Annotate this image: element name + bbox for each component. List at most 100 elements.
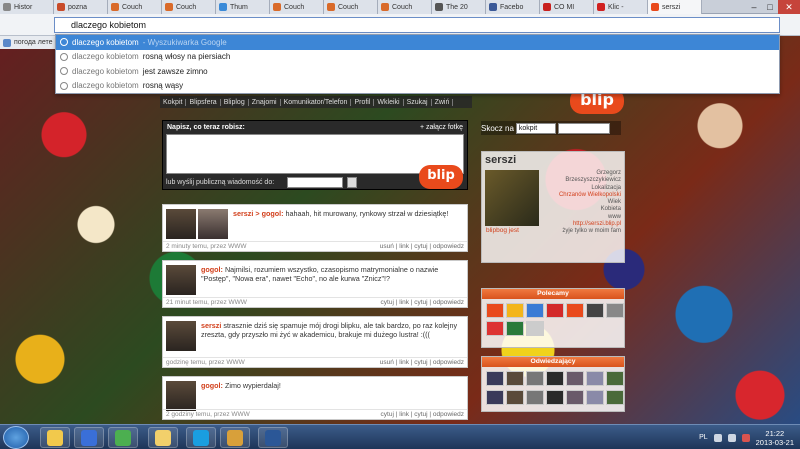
taskbar-app[interactable] — [186, 427, 216, 448]
suggestion-query: dlaczego kobietom — [72, 81, 139, 91]
visitor-avatar[interactable] — [566, 371, 584, 386]
avatar[interactable] — [166, 209, 196, 239]
visitor-avatar[interactable] — [486, 371, 504, 386]
visitor-avatar[interactable] — [586, 371, 604, 386]
taskbar-app[interactable] — [74, 427, 104, 448]
nav-item[interactable]: Blipsfera — [186, 98, 221, 106]
suggestion-item[interactable]: dlaczego kobietom rosną wąsy — [56, 79, 779, 94]
send-blip-button[interactable]: blip — [419, 165, 463, 189]
visitor-avatar[interactable] — [586, 390, 604, 405]
browser-tab[interactable]: serszi — [648, 0, 702, 14]
recommended-thumb[interactable] — [526, 321, 544, 336]
post-recipient[interactable]: > gogol: — [255, 209, 283, 218]
post-author[interactable]: gogol: — [201, 265, 223, 274]
taskbar-app[interactable] — [108, 427, 138, 448]
nav-item[interactable]: Komunikator/Telefon — [281, 98, 352, 106]
nav-item[interactable]: Profil — [351, 98, 375, 106]
visitor-avatar[interactable] — [566, 390, 584, 405]
nav-item[interactable]: Znajomi — [249, 98, 281, 106]
nav-item[interactable]: Kokpit — [160, 98, 187, 106]
recommended-thumb[interactable] — [506, 303, 524, 318]
maximize-icon[interactable]: □ — [762, 0, 778, 14]
browser-tab[interactable]: Couch — [108, 0, 162, 14]
close-icon[interactable]: ✕ — [778, 0, 800, 14]
window-controls: – □ ✕ — [746, 0, 800, 14]
bookmark-item[interactable]: погода лете — [0, 36, 60, 49]
profile-meta-line[interactable]: http://serszi.blip.pl — [559, 221, 621, 228]
post-time[interactable]: godzinę temu, przez WWW — [166, 359, 245, 366]
browser-tab[interactable]: CO MI — [540, 0, 594, 14]
clock-time: 21:22 — [765, 428, 785, 438]
suggestion-item[interactable]: dlaczego kobietom - Wyszukiwarka Google — [56, 35, 779, 50]
post-time[interactable]: 2 minuty temu, przez WWW — [166, 243, 247, 250]
suggestion-item[interactable]: dlaczego kobietom rosną włosy na piersiac… — [56, 50, 779, 65]
nav-item[interactable]: Zwiń — [432, 98, 454, 106]
volume-icon[interactable] — [727, 433, 736, 442]
recommended-thumb[interactable] — [546, 303, 564, 318]
recommended-thumb[interactable] — [526, 303, 544, 318]
browser-tab[interactable]: The 20 — [432, 0, 486, 14]
network-icon[interactable] — [713, 433, 722, 442]
nav-item[interactable]: Wkleiki — [374, 98, 404, 106]
attach-photo-link[interactable]: + załącz fotkę — [420, 124, 463, 131]
recommended-thumb[interactable] — [566, 303, 584, 318]
post-actions[interactable]: usuń | link | cytuj | odpowiedz — [380, 243, 464, 250]
recommended-thumb[interactable] — [586, 303, 604, 318]
recipient-select[interactable] — [287, 177, 343, 188]
post-author[interactable]: serszi — [233, 209, 253, 218]
browser-tab[interactable]: Histor — [0, 0, 54, 14]
profile-link[interactable]: blipbog jest — [486, 227, 519, 234]
status-textarea[interactable] — [166, 134, 464, 174]
post-actions[interactable]: usuń | link | cytuj | odpowiedz — [380, 359, 464, 366]
omnibox-input[interactable]: dlaczego kobietom — [54, 17, 780, 33]
jump-input[interactable] — [557, 122, 610, 134]
nav-item[interactable]: Bliplog — [221, 98, 249, 106]
suggestion-item[interactable]: dlaczego kobietom jest zawsze zimno — [56, 64, 779, 79]
post-time[interactable]: 2 godziny temu, przez WWW — [166, 411, 250, 418]
taskbar-app[interactable] — [40, 427, 70, 448]
jump-select[interactable]: kokpit — [515, 122, 556, 134]
avatar[interactable] — [485, 170, 539, 226]
minimize-icon[interactable]: – — [746, 0, 762, 14]
post-time[interactable]: 21 minut temu, przez WWW — [166, 299, 247, 306]
language-indicator[interactable]: PL — [699, 434, 708, 441]
recommended-thumb[interactable] — [486, 303, 504, 318]
visitor-avatar[interactable] — [546, 390, 564, 405]
post-footer: godzinę temu, przez WWW usuń | link | cyt… — [163, 357, 467, 367]
post-author[interactable]: serszi — [201, 321, 221, 330]
start-button[interactable] — [3, 426, 29, 449]
taskbar-app[interactable] — [258, 427, 288, 448]
antivirus-icon[interactable] — [741, 433, 750, 442]
taskbar-app[interactable] — [148, 427, 178, 448]
post-author[interactable]: gogol: — [201, 381, 223, 390]
visitor-avatar[interactable] — [606, 371, 624, 386]
avatar[interactable] — [166, 381, 196, 411]
browser-tab[interactable]: Couch — [162, 0, 216, 14]
visitor-avatar[interactable] — [506, 371, 524, 386]
browser-tab[interactable]: Klic - — [594, 0, 648, 14]
browser-tab[interactable]: Couch — [378, 0, 432, 14]
post-actions[interactable]: cytuj | link | cytuj | odpowiedz — [381, 411, 464, 418]
visitor-avatar[interactable] — [486, 390, 504, 405]
post-actions[interactable]: cytuj | link | cytuj | odpowiedz — [381, 299, 464, 306]
browser-tab[interactable]: pozna — [54, 0, 108, 14]
browser-tab[interactable]: Couch — [324, 0, 378, 14]
taskbar-app[interactable] — [220, 427, 250, 448]
visitor-avatar[interactable] — [526, 371, 544, 386]
visitor-avatar[interactable] — [606, 390, 624, 405]
visitor-avatar[interactable] — [546, 371, 564, 386]
visitor-avatar[interactable] — [526, 390, 544, 405]
nav-item[interactable]: Szukaj — [404, 98, 432, 106]
clock[interactable]: 21:22 2013-03-21 — [756, 429, 794, 447]
recipient-button[interactable] — [347, 177, 357, 188]
recommended-thumb[interactable] — [506, 321, 524, 336]
avatar[interactable] — [198, 209, 228, 239]
browser-tab[interactable]: Couch — [270, 0, 324, 14]
avatar[interactable] — [166, 321, 196, 351]
browser-tab[interactable]: Thum — [216, 0, 270, 14]
browser-tab[interactable]: Facebo — [486, 0, 540, 14]
recommended-thumb[interactable] — [606, 303, 624, 318]
avatar[interactable] — [166, 265, 196, 295]
recommended-thumb[interactable] — [486, 321, 504, 336]
visitor-avatar[interactable] — [506, 390, 524, 405]
